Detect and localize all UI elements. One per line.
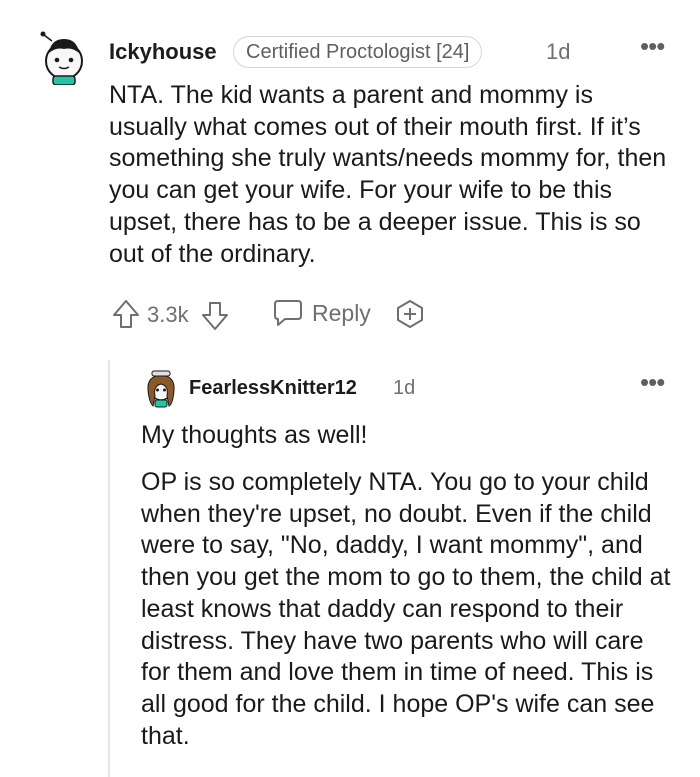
reply-button[interactable]: Reply [272, 297, 371, 329]
user-flair: Certified Proctologist [24] [233, 36, 483, 68]
reply-paragraph: My thoughts as well! [141, 421, 368, 449]
comment-username[interactable]: Ickyhouse [109, 37, 217, 67]
reply-avatar-icon[interactable] [143, 368, 179, 408]
user-avatar-icon[interactable] [36, 27, 92, 85]
comment-timestamp: 1d [546, 39, 571, 64]
plus-award-icon[interactable] [394, 298, 426, 330]
vote-score: 3.3k [147, 302, 189, 327]
reply-timestamp: 1d [393, 377, 416, 399]
comment-body: NTA. The kid wants a parent and mommy is… [109, 81, 667, 268]
thread-line[interactable] [108, 360, 110, 777]
reply-paragraph: OP is so completely NTA. You go to your … [141, 468, 671, 750]
downvote-arrow-icon[interactable] [200, 300, 230, 332]
upvote-arrow-icon[interactable] [111, 298, 141, 330]
more-dots-icon[interactable]: ••• [640, 31, 665, 62]
more-dots-icon[interactable]: ••• [640, 367, 665, 398]
reply-username[interactable]: FearlessKnitter12 [189, 374, 357, 402]
chat-bubble-icon [274, 300, 302, 326]
reply-label: Reply [312, 299, 371, 326]
